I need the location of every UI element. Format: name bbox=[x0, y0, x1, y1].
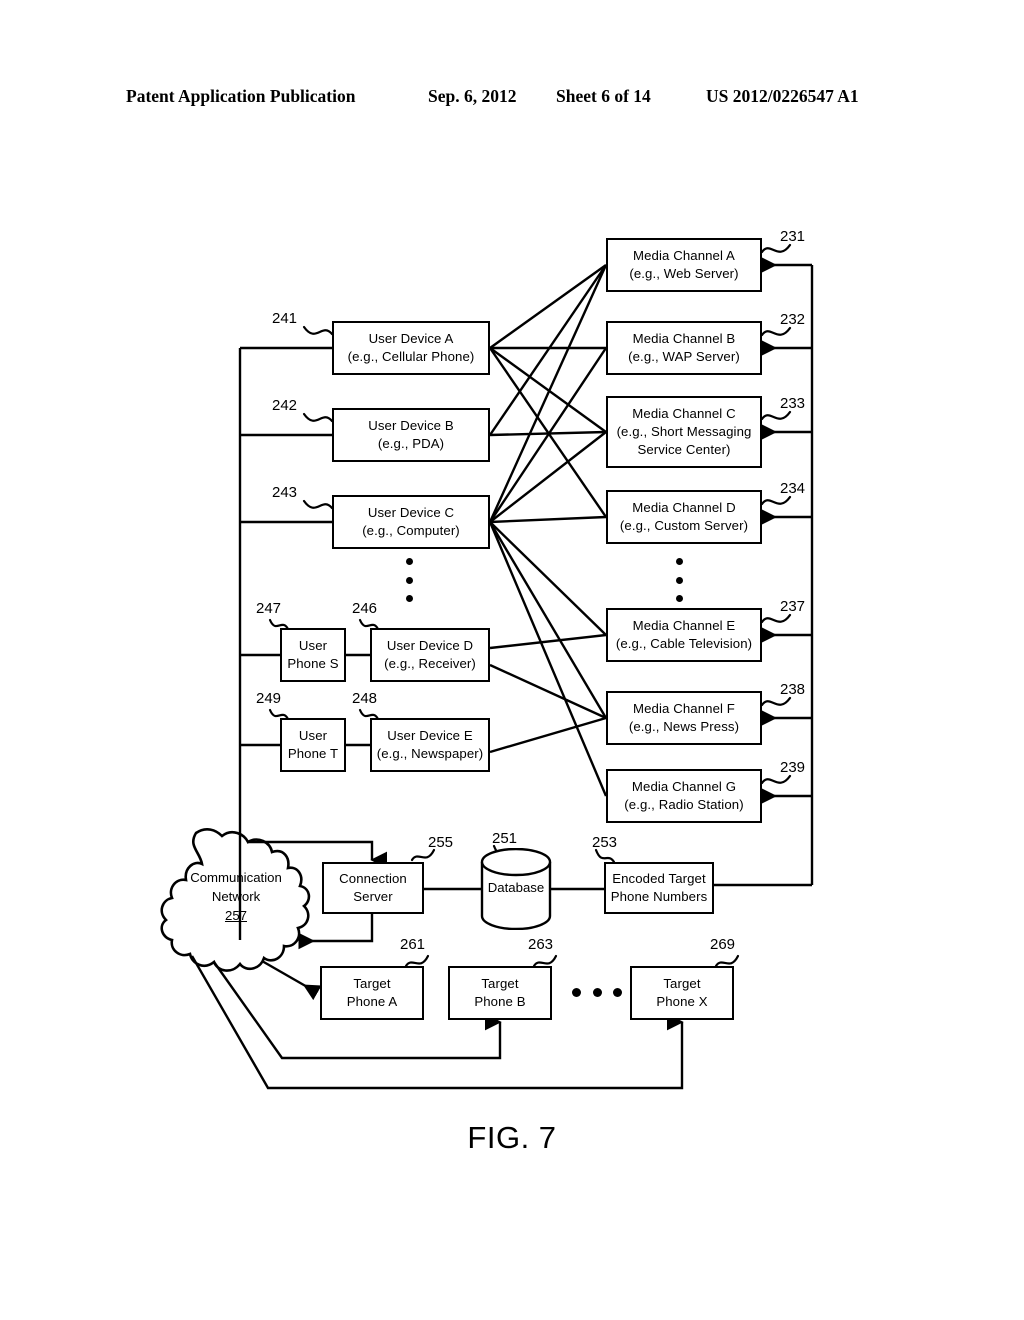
refnum-239: 239 bbox=[780, 759, 806, 776]
user-phone-s-node[interactable]: User Phone S bbox=[280, 628, 346, 682]
figure-caption: FIG. 7 bbox=[467, 1120, 557, 1155]
refnum-253: 253 bbox=[592, 834, 618, 851]
refnum-243: 243 bbox=[272, 484, 298, 501]
media-channel-g-node[interactable]: Media Channel G (e.g., Radio Station) bbox=[606, 769, 762, 823]
media-channel-a-line1: Media Channel A bbox=[633, 247, 735, 263]
media-channel-c-line1: Media Channel C bbox=[632, 405, 736, 421]
communication-network-label: Communication Network 257 bbox=[176, 868, 296, 925]
user-device-c-line2: (e.g., Computer) bbox=[362, 523, 460, 538]
publication-title: Patent Application Publication bbox=[126, 86, 356, 106]
media-channel-d-node[interactable]: Media Channel D (e.g., Custom Server) bbox=[606, 490, 762, 544]
media-channel-g-line2: (e.g., Radio Station) bbox=[624, 797, 744, 812]
user-device-b-node[interactable]: User Device B (e.g., PDA) bbox=[332, 408, 490, 462]
refnum-241: 241 bbox=[272, 310, 298, 327]
media-channel-b-node[interactable]: Media Channel B (e.g., WAP Server) bbox=[606, 321, 762, 375]
publication-date: Sep. 6, 2012 bbox=[428, 86, 517, 106]
target-phone-a-line2: Phone A bbox=[346, 994, 398, 1009]
media-channel-a-line2: (e.g., Web Server) bbox=[629, 266, 739, 281]
refnum-248: 248 bbox=[352, 690, 378, 707]
refnum-232: 232 bbox=[780, 311, 806, 328]
target-phone-a-node[interactable]: Target Phone A bbox=[320, 966, 424, 1020]
refnum-249: 249 bbox=[256, 690, 282, 707]
encoded-numbers-line2: Phone Numbers bbox=[610, 889, 708, 904]
user-device-e-line1: User Device E bbox=[387, 727, 473, 743]
target-phone-x-line1: Target bbox=[663, 975, 701, 991]
media-channel-b-line1: Media Channel B bbox=[632, 330, 736, 346]
user-device-b-line2: (e.g., PDA) bbox=[377, 436, 445, 451]
media-channel-e-line1: Media Channel E bbox=[632, 617, 736, 633]
media-channel-f-line1: Media Channel F bbox=[633, 700, 735, 716]
media-channel-g-line1: Media Channel G bbox=[631, 778, 737, 794]
media-channel-d-line2: (e.g., Custom Server) bbox=[619, 518, 749, 533]
refnum-251: 251 bbox=[492, 830, 518, 847]
user-phone-t-node[interactable]: User Phone T bbox=[280, 718, 346, 772]
refnum-234: 234 bbox=[780, 480, 806, 497]
user-device-e-line2: (e.g., Newspaper) bbox=[376, 746, 484, 761]
refnum-246: 246 bbox=[352, 600, 378, 617]
refnum-255: 255 bbox=[428, 834, 454, 851]
publication-number: US 2012/0226547 A1 bbox=[706, 86, 859, 106]
target-phone-b-line2: Phone B bbox=[474, 994, 526, 1009]
sheet-number: Sheet 6 of 14 bbox=[556, 86, 651, 106]
media-channel-c-line2: (e.g., Short Messaging bbox=[616, 423, 752, 439]
user-phone-s-line1: User bbox=[298, 637, 328, 653]
target-phone-ellipsis bbox=[572, 988, 622, 997]
user-phone-t-line1: User bbox=[298, 727, 328, 743]
refnum-269: 269 bbox=[710, 936, 736, 953]
media-channel-c-line3: Service Center) bbox=[637, 442, 731, 458]
refnum-233: 233 bbox=[780, 395, 806, 412]
user-phone-t-line2: Phone T bbox=[287, 746, 339, 761]
user-device-a-line1: User Device A bbox=[368, 330, 454, 346]
user-device-d-line1: User Device D bbox=[386, 637, 474, 653]
user-phone-s-line2: Phone S bbox=[287, 656, 339, 671]
publication-header: Patent Application Publication Sep. 6, 2… bbox=[0, 86, 1024, 112]
refnum-231: 231 bbox=[780, 228, 806, 245]
media-channel-e-line2: (e.g., Cable Television) bbox=[615, 636, 753, 651]
refnum-237: 237 bbox=[780, 598, 806, 615]
refnum-247: 247 bbox=[256, 600, 282, 617]
user-device-b-line1: User Device B bbox=[368, 417, 454, 433]
target-phone-a-line1: Target bbox=[353, 975, 391, 991]
refnum-238: 238 bbox=[780, 681, 806, 698]
media-channel-f-line2: (e.g., News Press) bbox=[628, 719, 740, 734]
target-phone-b-line1: Target bbox=[481, 975, 519, 991]
refnum-242: 242 bbox=[272, 397, 298, 414]
user-device-d-node[interactable]: User Device D (e.g., Receiver) bbox=[370, 628, 490, 682]
refnum-261: 261 bbox=[400, 936, 426, 953]
media-channel-d-line1: Media Channel D bbox=[632, 499, 736, 515]
user-device-c-node[interactable]: User Device C (e.g., Computer) bbox=[332, 495, 490, 549]
media-channel-a-node[interactable]: Media Channel A (e.g., Web Server) bbox=[606, 238, 762, 292]
communication-network-line2: Network bbox=[211, 889, 261, 905]
media-channel-f-node[interactable]: Media Channel F (e.g., News Press) bbox=[606, 691, 762, 745]
database-label: Database bbox=[487, 880, 545, 895]
connection-server-line1: Connection bbox=[339, 870, 407, 886]
media-channel-e-node[interactable]: Media Channel E (e.g., Cable Television) bbox=[606, 608, 762, 662]
media-channel-c-node[interactable]: Media Channel C (e.g., Short Messaging S… bbox=[606, 396, 762, 468]
media-channel-ellipsis bbox=[676, 558, 683, 602]
communication-network-line1: Communication bbox=[190, 870, 282, 885]
connection-server-node[interactable]: Connection Server bbox=[322, 862, 424, 914]
user-device-a-line2: (e.g., Cellular Phone) bbox=[347, 349, 475, 364]
encoded-target-phone-numbers-node[interactable]: Encoded Target Phone Numbers bbox=[604, 862, 714, 914]
user-device-e-node[interactable]: User Device E (e.g., Newspaper) bbox=[370, 718, 490, 772]
user-device-d-line2: (e.g., Receiver) bbox=[384, 656, 476, 671]
media-channel-b-line2: (e.g., WAP Server) bbox=[628, 349, 740, 364]
refnum-263: 263 bbox=[528, 936, 554, 953]
target-phone-b-node[interactable]: Target Phone B bbox=[448, 966, 552, 1020]
target-phone-x-node[interactable]: Target Phone X bbox=[630, 966, 734, 1020]
connection-server-line2: Server bbox=[353, 889, 393, 904]
user-device-c-line1: User Device C bbox=[367, 504, 455, 520]
refnum-257: 257 bbox=[224, 908, 247, 924]
target-phone-x-line2: Phone X bbox=[656, 994, 708, 1009]
user-device-a-node[interactable]: User Device A (e.g., Cellular Phone) bbox=[332, 321, 490, 375]
encoded-numbers-line1: Encoded Target bbox=[612, 870, 706, 886]
user-device-ellipsis bbox=[406, 558, 413, 602]
